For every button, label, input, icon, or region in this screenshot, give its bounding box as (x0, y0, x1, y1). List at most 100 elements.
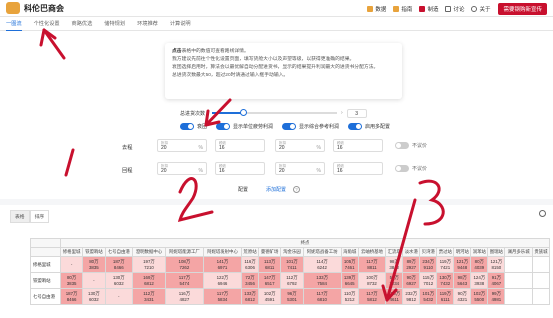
table-cell[interactable]: 169万 6812 (132, 272, 166, 289)
table-cell[interactable]: 122万 6946 (202, 272, 243, 289)
top-link-data[interactable]: 数据 (367, 5, 386, 13)
table-cell[interactable]: 108万 7262 (164, 256, 204, 273)
column-header[interactable]: 荒原站 (241, 247, 260, 257)
table-cell[interactable]: 139万 6645 (340, 272, 359, 289)
table-cell[interactable]: 119万 6111 (436, 288, 455, 305)
switch[interactable] (282, 123, 297, 130)
column-header[interactable]: 明河站 (453, 247, 472, 257)
table-cell[interactable]: 51万 1234 (385, 272, 404, 289)
column-header[interactable]: 阿妮塔能源工厂 (164, 247, 204, 257)
table-cell[interactable]: 117万 5812 (357, 288, 387, 305)
table-cell[interactable]: 90万 4321 (453, 288, 472, 305)
table-cell[interactable]: 105万 7461 (340, 256, 359, 273)
column-header[interactable]: 澄明数据中心 (132, 247, 166, 257)
help-icon[interactable]: ? (293, 186, 301, 193)
column-header[interactable]: 贵族城 (531, 247, 551, 257)
toggle-group-buy[interactable]: 衰团 (180, 123, 207, 130)
table-cell[interactable]: 101万 5432 (419, 288, 438, 305)
table-cell[interactable]: 117万 6810 (302, 288, 342, 305)
column-header[interactable]: 曼德矿场 (258, 247, 282, 257)
column-header[interactable]: 七号自由港 (104, 247, 134, 257)
table-cell[interactable]: 112万 6792 (280, 272, 304, 289)
config-button[interactable]: 配置 (238, 186, 248, 193)
gear-icon[interactable] (539, 210, 546, 217)
tab-storage-plan[interactable]: 储特规划 (104, 17, 125, 31)
top-link-about[interactable]: 关于 (471, 5, 490, 13)
column-header[interactable]: 阿妮塔发射中心 (202, 247, 243, 257)
return-tax-a[interactable]: 税收 16 (215, 162, 265, 175)
column-header[interactable]: 修格里城 (59, 247, 84, 257)
column-header[interactable]: 淡水港 (402, 247, 421, 257)
table-cell[interactable]: 80万 3835 (82, 256, 106, 273)
table-cell[interactable]: 124万 3938 (470, 272, 489, 289)
table-cell[interactable]: 72万 3456 (241, 272, 260, 289)
table-cell[interactable]: 96万 5301 (280, 288, 304, 305)
switch[interactable] (180, 123, 194, 130)
table-cell[interactable]: 121万 8150 (487, 256, 506, 273)
return-no-bargain-toggle[interactable]: 不议价 (395, 165, 427, 172)
table-cell[interactable]: 98万 3842 (385, 256, 404, 273)
add-config-button[interactable]: 添加配置 (266, 186, 286, 193)
tab-route-select[interactable]: 商路优选 (72, 17, 93, 31)
table-cell[interactable]: 141万 6971 (202, 256, 243, 273)
return-discount-a[interactable]: 折扣 20% (157, 162, 207, 175)
table-cell[interactable]: 98万 5643 (453, 272, 472, 289)
table-cell[interactable]: 100万 4611 (385, 288, 404, 305)
table-cell[interactable]: 102万 4591 (258, 288, 282, 305)
table-cell[interactable]: 100万 8732 (357, 272, 387, 289)
column-header[interactable]: 铁盟哨站 (82, 247, 106, 257)
buy-button[interactable]: 需要钢购新宣传 (498, 3, 547, 15)
table-cell[interactable]: 117万 5834 (202, 288, 243, 305)
tab-calc-notes[interactable]: 计算说明 (170, 17, 191, 31)
column-header[interactable]: 海角城 (340, 247, 359, 257)
chevron-right-icon[interactable]: › (341, 110, 343, 116)
column-header[interactable]: 阿妮塔战备工坊 (302, 247, 342, 257)
column-header[interactable]: 贾过站 (436, 247, 455, 257)
toggle-unit-fatigue[interactable]: 显示单位疲劳利润 (216, 123, 273, 130)
logo[interactable]: 科伦巴商会 (6, 2, 64, 14)
table-cell[interactable]: 80万 4039 (470, 256, 489, 273)
toggle-ref-profit[interactable]: 显示综合参考利润 (282, 123, 339, 130)
column-header[interactable]: 汇流塔 (385, 247, 404, 257)
table-cell[interactable]: 117万 5474 (164, 272, 204, 289)
column-header[interactable]: 图瑞站 (487, 247, 506, 257)
top-link-factory[interactable]: 制造 (419, 5, 438, 13)
column-header[interactable]: 淘金乐园 (280, 247, 304, 257)
table-cell[interactable]: 133万 6812 (241, 288, 260, 305)
top-link-chat[interactable]: 讨论 (445, 5, 464, 13)
table-cell[interactable]: 197万 7210 (132, 256, 166, 273)
tab-personal-settings[interactable]: 个性化设置 (34, 17, 60, 31)
outbound-no-bargain-toggle[interactable]: 不议价 (395, 142, 427, 149)
table-cell[interactable]: 119万 7421 (436, 256, 455, 273)
outbound-discount-a[interactable]: 折扣 20% (157, 139, 207, 152)
tab-sort-view[interactable]: 排序 (29, 210, 50, 223)
table-cell[interactable]: 113万 6811 (258, 256, 282, 273)
switch[interactable] (395, 142, 409, 149)
outbound-discount-b[interactable]: 折扣 20% (275, 139, 325, 152)
column-header[interactable]: 澜月多乐城 (504, 247, 533, 257)
table-cell[interactable]: 147万 6517 (258, 272, 282, 289)
table-cell[interactable]: 112万 3431 (132, 288, 166, 305)
table-cell[interactable]: 133万 7584 (302, 272, 342, 289)
column-header[interactable]: 云岫桥基地 (357, 247, 387, 257)
table-cell[interactable]: 101万 7411 (280, 256, 304, 273)
top-link-guide[interactable]: 指南 (393, 5, 412, 13)
table-cell[interactable]: 130万 6032 (104, 272, 134, 289)
tab-table-view[interactable]: 表格 (10, 210, 30, 223)
table-cell[interactable]: 91万 4067 (487, 272, 506, 289)
table-cell[interactable]: 234万 9110 (419, 256, 438, 273)
table-cell[interactable]: 130万 7432 (436, 272, 455, 289)
table-cell[interactable]: 121万 9448 (453, 256, 472, 273)
column-header[interactable]: 贝湾港 (419, 247, 438, 257)
table-cell[interactable]: 99万 4981 (487, 288, 506, 305)
table-cell[interactable]: 116万 4827 (164, 288, 204, 305)
purchase-count-input[interactable]: 3 (346, 108, 367, 118)
table-cell[interactable]: 89万 2927 (402, 256, 421, 273)
table-cell[interactable]: 80万 3835 (59, 272, 84, 289)
table-cell[interactable]: 116万 6306 (241, 256, 260, 273)
switch[interactable] (216, 123, 231, 130)
table-cell[interactable]: 115万 7012 (419, 272, 438, 289)
outbound-tax-a[interactable]: 税收 16 (215, 139, 265, 152)
purchase-count-slider[interactable] (212, 109, 337, 116)
tab-env-recommend[interactable]: 环境推荐 (137, 17, 158, 31)
